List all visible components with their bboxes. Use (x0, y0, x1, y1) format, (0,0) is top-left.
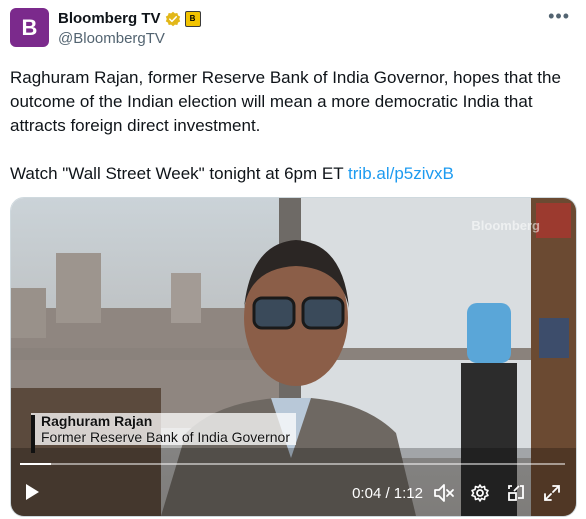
picture-in-picture-icon[interactable] (506, 483, 526, 503)
time-display: 0:04 / 1:12 (352, 485, 423, 502)
verified-badge-icon (165, 11, 180, 26)
fullscreen-icon[interactable] (542, 483, 562, 503)
account-handle[interactable]: @BloombergTV (58, 30, 165, 47)
tweet-paragraph-2: Watch "Wall Street Week" tonight at 6pm … (10, 162, 576, 186)
lower-third-title: Former Reserve Bank of India Governor (41, 429, 290, 445)
name-row: Bloomberg TV B (58, 10, 201, 27)
bloomberg-watermark: Bloomberg (471, 218, 540, 233)
progress-bar[interactable] (20, 463, 565, 465)
lower-third: Raghuram Rajan Former Reserve Bank of In… (31, 413, 296, 453)
account-name[interactable]: Bloomberg TV (58, 10, 161, 27)
tweet-paragraph-2-text: Watch "Wall Street Week" tonight at 6pm … (10, 164, 349, 183)
tweet-card: B Bloomberg TV B @BloombergTV ••• Raghur… (0, 0, 586, 519)
settings-icon[interactable] (470, 483, 490, 503)
avatar-letter: B (21, 14, 38, 40)
video-controls: 0:04 / 1:12 (10, 455, 575, 515)
tweet-paragraph-1: Raghuram Rajan, former Reserve Bank of I… (10, 68, 561, 135)
more-icon[interactable]: ••• (548, 6, 570, 27)
lower-third-bar (31, 415, 35, 453)
tweet-text: Raghuram Rajan, former Reserve Bank of I… (10, 66, 576, 186)
tweet-link[interactable]: trib.al/p5zivxB (348, 164, 454, 183)
play-icon[interactable] (24, 483, 40, 501)
volume-mute-icon[interactable] (433, 483, 455, 503)
progress-fill (20, 463, 51, 465)
lower-third-name: Raghuram Rajan (41, 413, 153, 429)
avatar[interactable]: B (10, 8, 49, 47)
affiliate-badge[interactable]: B (184, 10, 201, 27)
